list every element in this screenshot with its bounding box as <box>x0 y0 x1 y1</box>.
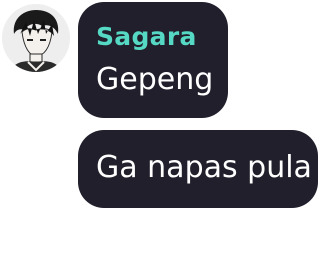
message-text: Gepeng <box>96 62 214 97</box>
message-bubble[interactable]: Ga napas pula <box>78 130 318 208</box>
avatar[interactable] <box>2 4 70 72</box>
message-bubble[interactable]: Sagara Gepeng <box>78 2 228 118</box>
message-text: Ga napas pula <box>96 150 312 185</box>
sender-name: Sagara <box>96 22 197 51</box>
user-avatar-icon <box>2 4 70 72</box>
